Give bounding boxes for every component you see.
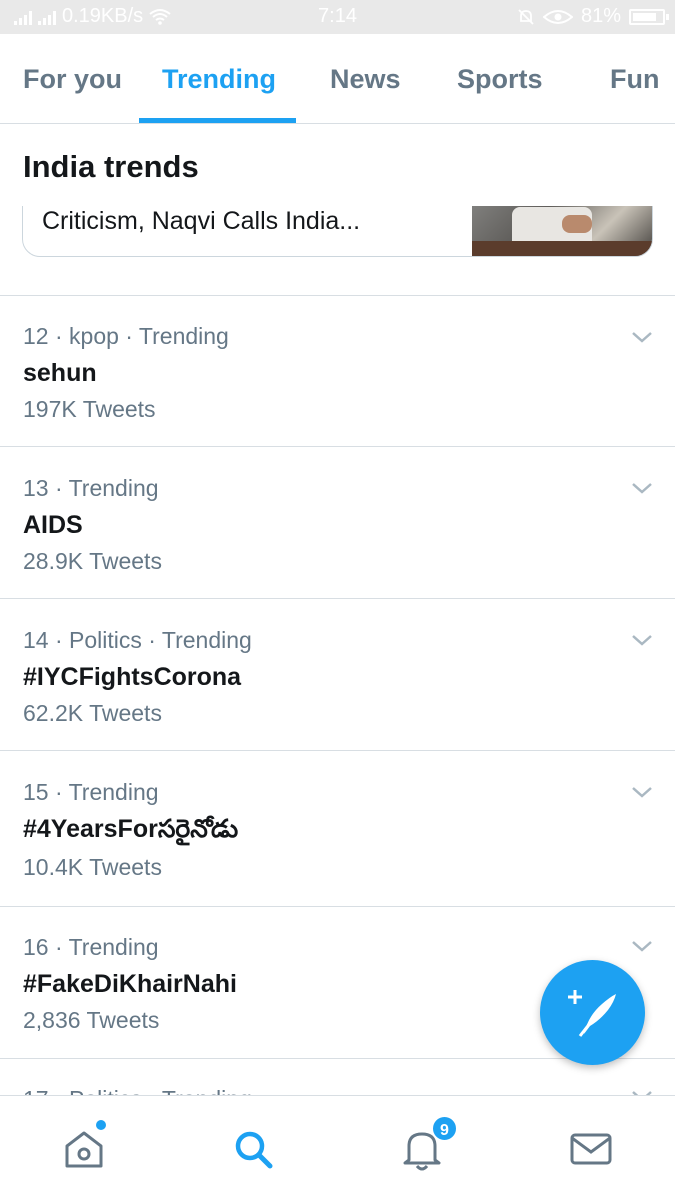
trend-item[interactable]: 13 · Trending AIDS 28.9K Tweets (0, 447, 675, 599)
trend-tweet-count: 2,836 Tweets (23, 1007, 160, 1033)
active-tab-indicator (139, 118, 296, 123)
battery-icon (629, 8, 669, 25)
search-icon[interactable] (230, 1126, 276, 1172)
tab-for-you[interactable]: For you (23, 64, 122, 95)
tab-news[interactable]: News (330, 64, 401, 95)
trend-tweet-count: 10.4K Tweets (23, 854, 162, 880)
chevron-down-icon[interactable] (631, 785, 653, 799)
chevron-down-icon[interactable] (631, 939, 653, 953)
eye-icon (542, 9, 573, 24)
trend-meta: 13 · Trending (23, 475, 159, 501)
trend-name: #IYCFightsCorona (23, 663, 242, 691)
trend-tweet-count: 62.2K Tweets (23, 700, 162, 726)
tab-bar: For you Trending News Sports Fun (0, 34, 675, 124)
trend-item[interactable]: 12 · kpop · Trending sehun 197K Tweets (0, 296, 675, 447)
bottom-nav: 9 (0, 1095, 675, 1200)
battery-percent: 81% (580, 5, 621, 27)
news-headline: Criticism, Naqvi Calls India... (42, 207, 361, 235)
trend-name: #FakeDiKhairNahi (23, 970, 237, 998)
section-header: India trends (0, 124, 675, 206)
tab-trending[interactable]: Trending (162, 64, 276, 95)
chevron-down-icon[interactable] (631, 330, 653, 344)
trend-item[interactable]: 14 · Politics · Trending #IYCFightsCoron… (0, 599, 675, 751)
status-right: 81% (517, 5, 669, 28)
compose-tweet-button[interactable] (540, 960, 645, 1065)
battery-fill (633, 12, 656, 21)
trend-name: sehun (23, 359, 97, 387)
trend-meta: 16 · Trending (23, 934, 159, 960)
chevron-down-icon[interactable] (631, 481, 653, 495)
trend-tweet-count: 197K Tweets (23, 396, 156, 422)
trend-meta: 12 · kpop · Trending (23, 323, 229, 349)
trend-tweet-count: 28.9K Tweets (23, 548, 162, 574)
tab-fun[interactable]: Fun (610, 64, 659, 95)
home-new-dot (96, 1120, 106, 1130)
messages-icon[interactable] (568, 1126, 614, 1172)
home-icon[interactable] (61, 1126, 107, 1172)
silent-bell-icon (518, 8, 534, 25)
status-bar: 0.19KB/s 7:14 81% (0, 0, 675, 34)
trend-meta: 14 · Politics · Trending (23, 627, 252, 653)
trend-item[interactable]: 15 · Trending #4YearsForసరైనోడు 10.4K Tw… (0, 751, 675, 907)
trend-name: #4YearsForసరైనోడు (23, 815, 239, 843)
chevron-down-icon[interactable] (631, 633, 653, 647)
notification-badge: 9 (431, 1115, 458, 1142)
trend-name: AIDS (23, 511, 83, 539)
tab-sports[interactable]: Sports (457, 64, 543, 95)
page-title: India trends (23, 149, 199, 184)
compose-tweet-icon (568, 990, 616, 1037)
trend-meta: 15 · Trending (23, 779, 159, 805)
